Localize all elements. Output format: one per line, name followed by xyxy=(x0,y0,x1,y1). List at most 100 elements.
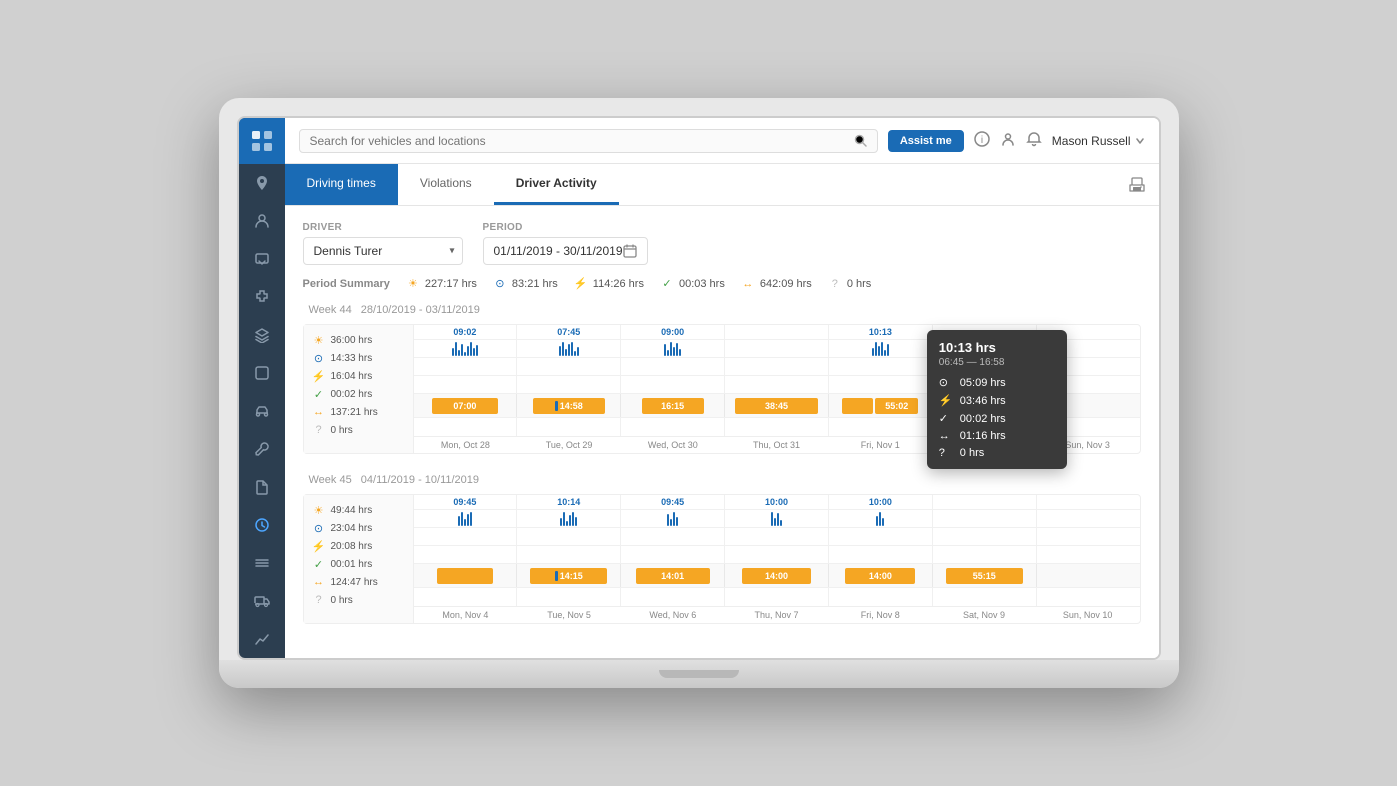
sidebar-item-vehicles[interactable] xyxy=(239,392,285,430)
tab-bar: Driving times Violations Driver Activity xyxy=(285,164,1159,206)
week45-chart: ☀ 49:44 hrs ⊙ 23:04 hrs ⚡ 20:08 hrs xyxy=(303,494,1141,624)
summary-item-distance: ↔ 642:09 hrs xyxy=(741,278,812,290)
w45-day-fri: Fri, Nov 8 xyxy=(828,610,932,620)
summary-item-unknown: ? 0 hrs xyxy=(828,278,871,290)
week44-row-walk: ⚡ 16:04 hrs xyxy=(312,367,405,385)
week44-row-drive: ⊙ 14:33 hrs xyxy=(312,349,405,367)
sidebar-item-map[interactable] xyxy=(239,164,285,202)
sidebar-item-driver[interactable] xyxy=(239,202,285,240)
period-field: Period 01/11/2019 - 30/11/2019 xyxy=(483,222,648,265)
driver-field: Driver Dennis Turer xyxy=(303,222,463,265)
tooltip-check-icon: ✓ xyxy=(939,412,953,425)
sidebar-item-truck[interactable] xyxy=(239,582,285,620)
week45-row-dist: ↔ 124:47 hrs xyxy=(312,573,405,591)
svg-text:i: i xyxy=(981,135,983,146)
week44-header: Week 44 28/10/2019 - 03/11/2019 xyxy=(303,304,1141,316)
summary-row: Period Summary ☀ 227:17 hrs ⊙ 83:21 hrs … xyxy=(303,277,1141,290)
sidebar-item-reports[interactable] xyxy=(239,468,285,506)
assist-button[interactable]: Assist me xyxy=(888,130,964,152)
tooltip-row-dist: ↔ 01:16 hrs xyxy=(939,430,1055,442)
week45-row-sun: ☀ 49:44 hrs xyxy=(312,501,405,519)
w44-day-thu: Thu, Oct 31 xyxy=(725,440,829,450)
road-icon-w45: ↔ xyxy=(312,576,326,588)
topbar-actions: Assist me i Mason Russell xyxy=(888,130,1145,152)
walk-icon-w44: ⚡ xyxy=(312,370,326,383)
search-icon xyxy=(854,134,867,147)
search-input[interactable] xyxy=(310,134,848,148)
week45-days: 09:45 10:14 09:45 10:00 10:00 xyxy=(414,495,1140,623)
tooltip-time-range: 06:45 — 16:58 xyxy=(939,357,1055,368)
week45-row-check: ✓ 00:01 hrs xyxy=(312,555,405,573)
calendar-icon xyxy=(623,244,637,258)
summary-item-check: ✓ 00:03 hrs xyxy=(660,277,725,290)
topbar: Assist me i Mason Russell xyxy=(285,118,1159,164)
w45-day-thu: Thu, Nov 7 xyxy=(725,610,829,620)
sidebar-item-puzzle[interactable] xyxy=(239,278,285,316)
week45-row-walk: ⚡ 20:08 hrs xyxy=(312,537,405,555)
sun-icon-w45: ☀ xyxy=(312,504,326,517)
period-label: Period xyxy=(483,222,648,233)
week44-row-sun: ☀ 36:00 hrs xyxy=(312,331,405,349)
w44-day-fri: Fri, Nov 1 xyxy=(828,440,932,450)
sidebar-item-layers[interactable] xyxy=(239,316,285,354)
week44-row-check: ✓ 00:02 hrs xyxy=(312,385,405,403)
main-content: Assist me i Mason Russell xyxy=(285,118,1159,658)
controls-row: Driver Dennis Turer Period 01/11/2019 - … xyxy=(303,222,1141,265)
qmark-icon-w44: ? xyxy=(312,424,326,436)
tab-violations[interactable]: Violations xyxy=(398,164,494,205)
sidebar-item-box[interactable] xyxy=(239,354,285,392)
week44-chart: ☀ 36:00 hrs ⊙ 14:33 hrs ⚡ 16:04 hrs xyxy=(303,324,1141,454)
check-icon-w45: ✓ xyxy=(312,558,326,571)
sun-icon: ☀ xyxy=(406,277,420,290)
sidebar-item-analytics[interactable] xyxy=(239,620,285,658)
week44-row-unk: ? 0 hrs xyxy=(312,421,405,439)
tooltip-row-unk: ? 0 hrs xyxy=(939,447,1055,459)
week45-section: Week 45 04/11/2019 - 10/11/2019 ☀ 49:44 … xyxy=(303,474,1141,624)
bell-icon[interactable] xyxy=(1026,131,1042,150)
sidebar-item-tools[interactable] xyxy=(239,430,285,468)
user-icon[interactable] xyxy=(1000,131,1016,150)
tooltip-row-check: ✓ 00:02 hrs xyxy=(939,412,1055,425)
sidebar xyxy=(239,118,285,658)
tooltip-dist-icon: ↔ xyxy=(939,430,953,442)
week44-row-dist: ↔ 137:21 hrs xyxy=(312,403,405,421)
info-icon[interactable]: i xyxy=(974,131,990,150)
week45-row-drive: ⊙ 23:04 hrs xyxy=(312,519,405,537)
user-name-display[interactable]: Mason Russell xyxy=(1052,134,1145,148)
check-icon-sum: ✓ xyxy=(660,277,674,290)
week45-left-labels: ☀ 49:44 hrs ⊙ 23:04 hrs ⚡ 20:08 hrs xyxy=(304,495,414,623)
drive-icon-w45: ⊙ xyxy=(312,522,326,535)
period-input[interactable]: 01/11/2019 - 30/11/2019 xyxy=(483,237,648,265)
content-area: Driver Dennis Turer Period 01/11/2019 - … xyxy=(285,206,1159,658)
sidebar-item-messages[interactable] xyxy=(239,240,285,278)
driver-select[interactable]: Dennis Turer xyxy=(303,237,463,265)
w44-day-mon: Mon, Oct 28 xyxy=(414,440,518,450)
sidebar-item-stack[interactable] xyxy=(239,544,285,582)
tab-driver-activity[interactable]: Driver Activity xyxy=(494,164,619,205)
sidebar-item-history[interactable] xyxy=(239,506,285,544)
week44-left-labels: ☀ 36:00 hrs ⊙ 14:33 hrs ⚡ 16:04 hrs xyxy=(304,325,414,453)
road-icon: ↔ xyxy=(741,278,755,290)
road-icon-w44: ↔ xyxy=(312,406,326,418)
w45-day-sun: Sun, Nov 10 xyxy=(1036,610,1140,620)
sun-icon-w44: ☀ xyxy=(312,334,326,347)
week44-tooltip: 10:13 hrs 06:45 — 16:58 ⊙ 05:09 hrs ⚡ xyxy=(927,330,1067,469)
week45-row-unk: ? 0 hrs xyxy=(312,591,405,609)
tooltip-unk-icon: ? xyxy=(939,447,953,459)
search-box[interactable] xyxy=(299,129,878,153)
summary-label: Period Summary xyxy=(303,278,390,290)
drive-icon: ⊙ xyxy=(493,277,507,290)
summary-item-drive: ⊙ 83:21 hrs xyxy=(493,277,558,290)
summary-item-walk: ⚡ 114:26 hrs xyxy=(574,277,644,290)
summary-item-sun: ☀ 227:17 hrs xyxy=(406,277,477,290)
w45-day-tue: Tue, Nov 5 xyxy=(517,610,621,620)
w45-day-mon: Mon, Nov 4 xyxy=(414,610,518,620)
w44-day-wed: Wed, Oct 30 xyxy=(621,440,725,450)
tooltip-main-value: 10:13 hrs xyxy=(939,340,1055,355)
app-logo[interactable] xyxy=(239,118,285,164)
qmark-icon-w45: ? xyxy=(312,594,326,606)
walk-icon: ⚡ xyxy=(574,277,588,290)
tab-driving-times[interactable]: Driving times xyxy=(285,164,398,205)
print-button[interactable] xyxy=(1115,164,1159,205)
week44-days: 09:02 07:45 09:00 10:13 xyxy=(414,325,1140,453)
